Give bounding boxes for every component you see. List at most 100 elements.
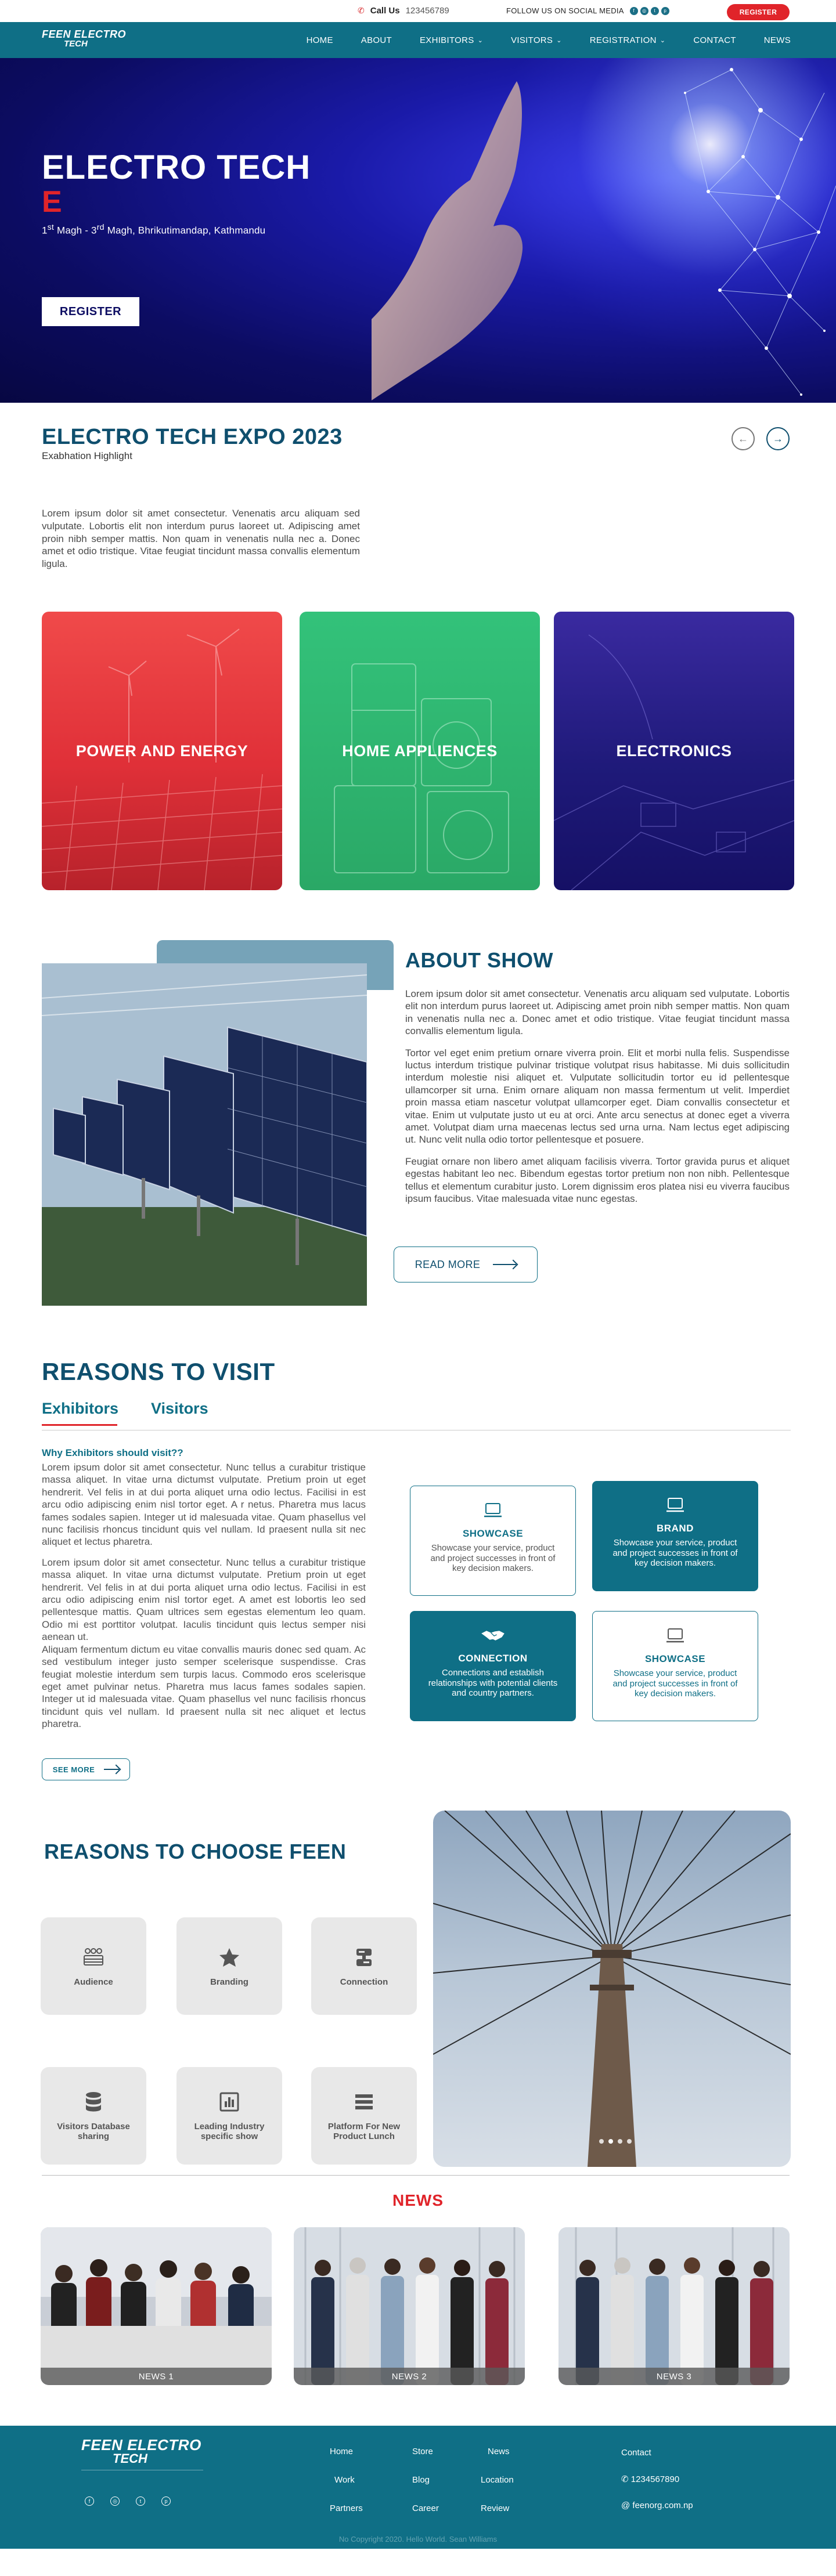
footer-link-news[interactable]: News bbox=[488, 2447, 514, 2456]
news-caption: NEWS 2 bbox=[294, 2368, 525, 2385]
twitter-icon[interactable]: t bbox=[650, 6, 659, 15]
nav-label: VISITORS bbox=[511, 35, 553, 45]
date-start: 1 bbox=[42, 225, 48, 236]
logo-line-1: FEEN ELECTRO bbox=[81, 2436, 201, 2454]
hero-register-button[interactable]: REGISTER bbox=[42, 297, 139, 326]
reason-tile-industry[interactable]: Leading Industry specific show bbox=[176, 2067, 282, 2165]
about-paragraph: Tortor vel eget enim pretium ornare vive… bbox=[405, 1047, 790, 1146]
category-card-electronics[interactable]: ELECTRONICS bbox=[554, 612, 794, 890]
social-bar: FOLLOW US ON SOCIAL MEDIA f ◎ t p bbox=[506, 6, 669, 15]
instagram-icon[interactable]: ◎ bbox=[640, 6, 648, 15]
footer-link-store[interactable]: Store bbox=[412, 2447, 439, 2456]
nav-menu: HOME ABOUT EXHIBITORS ⌄ VISITORS ⌄ REGISTR… bbox=[279, 22, 791, 58]
benefit-title: SHOWCASE bbox=[644, 1653, 706, 1664]
visit-paragraph: Lorem ipsum dolor sit amet consectetur. … bbox=[42, 1556, 366, 1730]
reason-tile-audience[interactable]: Audience bbox=[41, 1917, 146, 2015]
list-icon bbox=[352, 2090, 376, 2113]
call-us[interactable]: ✆ Call Us 123456789 bbox=[358, 6, 449, 16]
category-card-power[interactable]: POWER AND ENERGY bbox=[42, 612, 282, 890]
solar-panel-image bbox=[42, 963, 367, 1306]
footer-link-location[interactable]: Location bbox=[481, 2475, 514, 2485]
nav-news[interactable]: NEWS bbox=[764, 35, 791, 45]
footer-link-home[interactable]: Home bbox=[330, 2447, 363, 2456]
benefit-desc: Showcase your service, product and proje… bbox=[612, 1538, 738, 1569]
benefit-box-connection[interactable]: CONNECTION Connections and establish rel… bbox=[410, 1611, 576, 1721]
register-button-top[interactable]: REGISTER bbox=[727, 4, 790, 20]
nav-contact[interactable]: CONTACT bbox=[693, 35, 736, 45]
instagram-icon[interactable]: ◎ bbox=[110, 2496, 120, 2506]
carousel-dot[interactable] bbox=[627, 2139, 632, 2144]
reason-tile-database[interactable]: Visitors Database sharing bbox=[41, 2067, 146, 2165]
contact-phone[interactable]: ✆ 1234567890 bbox=[621, 2474, 693, 2484]
read-more-button[interactable]: READ MORE bbox=[394, 1247, 538, 1282]
facebook-icon[interactable]: f bbox=[629, 6, 638, 15]
nav-home[interactable]: HOME bbox=[307, 35, 333, 45]
footer-contact: Contact ✆ 1234567890 @ feenorg.com.np bbox=[621, 2448, 693, 2510]
reason-tile-product-launch[interactable]: Platform For New Product Lunch bbox=[311, 2067, 417, 2165]
category-card-home[interactable]: HOME APPLIENCES bbox=[300, 612, 540, 890]
choose-title: REASONS TO CHOOSE FEEN bbox=[44, 1840, 347, 1863]
about-text: Lorem ipsum dolor sit amet consectetur. … bbox=[405, 988, 790, 1215]
carousel-dot[interactable] bbox=[618, 2139, 622, 2144]
power-pole-carousel[interactable] bbox=[433, 1811, 791, 2167]
chevron-down-icon: ⌄ bbox=[477, 37, 484, 44]
reason-tile-branding[interactable]: Branding bbox=[176, 1917, 282, 2015]
footer: FEEN ELECTRO TECH f ◎ t p Home Work Part… bbox=[0, 2426, 836, 2549]
visit-title: REASONS TO VISIT bbox=[42, 1358, 275, 1385]
team-photo bbox=[294, 2227, 525, 2385]
footer-link-review[interactable]: Review bbox=[481, 2503, 514, 2513]
footer-logo[interactable]: FEEN ELECTRO TECH bbox=[81, 2437, 201, 2465]
benefit-box-brand[interactable]: BRAND Showcase your service, product and… bbox=[592, 1481, 758, 1591]
nav-registration[interactable]: REGISTRATION ⌄ bbox=[590, 35, 666, 45]
arrow-right-icon[interactable]: → bbox=[766, 427, 790, 450]
nav-about[interactable]: ABOUT bbox=[361, 35, 392, 45]
twitter-icon[interactable]: t bbox=[136, 2496, 145, 2506]
news-card[interactable]: NEWS 3 bbox=[558, 2227, 790, 2385]
benefit-box-showcase[interactable]: SHOWCASE Showcase your service, product … bbox=[410, 1486, 576, 1596]
social-label: FOLLOW US ON SOCIAL MEDIA bbox=[506, 6, 624, 15]
contact-email[interactable]: @ feenorg.com.np bbox=[621, 2501, 693, 2510]
category-cards: POWER AND ENERGY HOME APPLIENCES ELECTRO… bbox=[0, 612, 836, 940]
pinterest-icon[interactable]: p bbox=[661, 6, 669, 15]
hero-title-caret: E bbox=[42, 185, 62, 219]
contact-phone-value: 1234567890 bbox=[630, 2474, 680, 2484]
hero-date-location: 1st Magh - 3rd Magh, Bhrikutimandap, Kat… bbox=[42, 223, 265, 237]
expo-carousel-controls: ← → bbox=[732, 427, 790, 450]
connection-icon bbox=[352, 1946, 376, 1969]
tab-visitors[interactable]: Visitors bbox=[151, 1400, 208, 1418]
footer-link-work[interactable]: Work bbox=[334, 2475, 363, 2485]
carousel-dot[interactable] bbox=[608, 2139, 613, 2144]
laptop-icon bbox=[480, 1499, 506, 1522]
logo[interactable]: FEEN ELECTRO TECH bbox=[42, 29, 126, 48]
arrow-right-icon bbox=[104, 1769, 120, 1770]
date-end-location: Magh, Bhrikutimandap, Kathmandu bbox=[104, 225, 266, 236]
footer-link-partners[interactable]: Partners bbox=[330, 2503, 363, 2513]
facebook-icon[interactable]: f bbox=[85, 2496, 94, 2506]
news-section: NEWS NEWS 1 NEWS 2 NEWS 3 bbox=[0, 2176, 836, 2426]
arrow-right-icon bbox=[493, 1264, 517, 1265]
see-more-button[interactable]: SEE MORE bbox=[42, 1758, 130, 1780]
reason-tile-connection[interactable]: Connection bbox=[311, 1917, 417, 2015]
reason-label: Visitors Database sharing bbox=[57, 2122, 130, 2141]
tab-exhibitors[interactable]: Exhibitors bbox=[42, 1400, 118, 1426]
news-card[interactable]: NEWS 2 bbox=[294, 2227, 525, 2385]
nav-exhibitors[interactable]: EXHIBITORS ⌄ bbox=[420, 35, 483, 45]
footer-social: f ◎ t p bbox=[85, 2496, 171, 2506]
nav-visitors[interactable]: VISITORS ⌄ bbox=[511, 35, 562, 45]
news-card[interactable]: NEWS 1 bbox=[41, 2227, 272, 2385]
benefit-box-showcase-2[interactable]: SHOWCASE Showcase your service, product … bbox=[592, 1611, 758, 1721]
footer-link-blog[interactable]: Blog bbox=[412, 2475, 439, 2485]
phone-icon: ✆ bbox=[621, 2474, 631, 2484]
visit-body: Lorem ipsum dolor sit amet consectetur. … bbox=[42, 1461, 366, 1739]
arrow-left-icon[interactable]: ← bbox=[732, 427, 755, 450]
nav-label: HOME bbox=[306, 35, 333, 45]
carousel-dot[interactable] bbox=[599, 2139, 604, 2144]
carousel-dots bbox=[599, 2139, 632, 2144]
footer-link-career[interactable]: Career bbox=[412, 2503, 439, 2513]
laptop-icon bbox=[662, 1494, 688, 1517]
reason-label: Leading Industry specific show bbox=[194, 2122, 265, 2141]
logo-line-2: TECH bbox=[64, 39, 88, 49]
date-end: 3 bbox=[91, 225, 97, 236]
benefit-title: BRAND bbox=[657, 1523, 694, 1534]
pinterest-icon[interactable]: p bbox=[161, 2496, 171, 2506]
